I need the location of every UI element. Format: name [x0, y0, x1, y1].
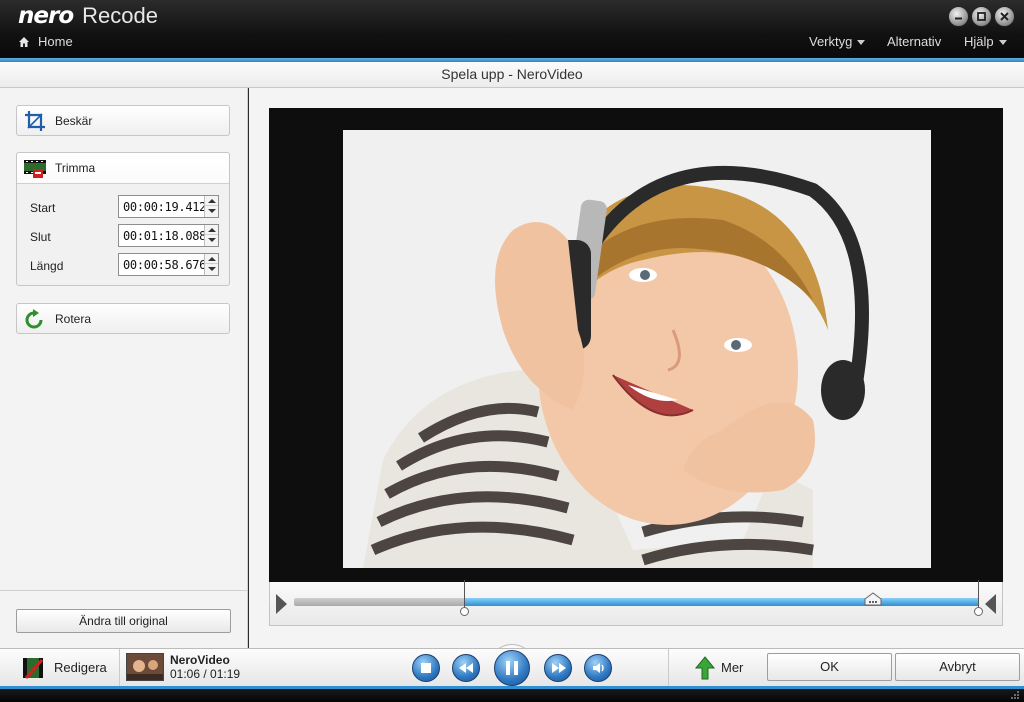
- video-preview[interactable]: [269, 108, 1003, 582]
- stepper-up-icon[interactable]: [205, 196, 218, 206]
- maximize-button[interactable]: [971, 6, 992, 27]
- crop-tool[interactable]: Beskär: [16, 105, 230, 136]
- menu-verktyg-label: Verktyg: [809, 34, 853, 49]
- video-image: [343, 130, 931, 568]
- preview-panel: [249, 88, 1024, 648]
- clip-name: NeroVideo: [170, 652, 230, 667]
- trim-length-label: Längd: [30, 259, 64, 273]
- cancel-button[interactable]: Avbryt: [895, 653, 1020, 681]
- stepper-down-icon[interactable]: [205, 264, 218, 274]
- ok-button[interactable]: OK: [767, 653, 892, 681]
- trim-tool: Trimma Start 00:00:19.412 Slut 00:01:18.…: [16, 152, 230, 286]
- menu-alternativ[interactable]: Alternativ: [887, 34, 941, 49]
- trim-label: Trimma: [55, 161, 96, 175]
- pause-icon: [506, 661, 518, 675]
- brand-nero: nero: [18, 3, 74, 29]
- menu-verktyg[interactable]: Verktyg: [809, 34, 866, 49]
- close-button[interactable]: [994, 6, 1015, 27]
- trim-start-field[interactable]: 00:00:19.412: [118, 195, 219, 218]
- close-icon: [1000, 12, 1009, 21]
- edit-label: Redigera: [54, 660, 107, 675]
- chevron-down-icon: [998, 39, 1007, 45]
- stepper-up-icon[interactable]: [205, 254, 218, 264]
- film-trim-icon: [23, 156, 47, 180]
- rewind-icon: [459, 663, 473, 673]
- home-label: Home: [38, 34, 73, 49]
- trim-end-label: Slut: [30, 230, 51, 244]
- stop-button[interactable]: [412, 654, 440, 682]
- crop-label: Beskär: [55, 114, 93, 128]
- rewind-button[interactable]: [452, 654, 480, 682]
- trim-end-handle[interactable]: [974, 580, 983, 616]
- window-title: Spela upp - NeroVideo: [0, 62, 1024, 88]
- menu-hjalp[interactable]: Hjälp: [964, 34, 1007, 49]
- timeline-track[interactable]: [294, 580, 983, 616]
- tools-panel: Beskär Trimma Start 00:00:19.412 Slut 00…: [0, 88, 248, 648]
- more-label: Mer: [721, 660, 744, 675]
- menu-alternativ-label: Alternativ: [887, 34, 942, 49]
- home-icon: [19, 36, 29, 47]
- trim-start-handle[interactable]: [459, 580, 469, 616]
- stepper-down-icon[interactable]: [205, 235, 218, 245]
- volume-button[interactable]: [584, 654, 612, 682]
- home-link[interactable]: Home: [18, 34, 73, 49]
- minimize-button[interactable]: [948, 6, 969, 27]
- minimize-icon: [955, 17, 962, 20]
- stepper-up-icon[interactable]: [205, 225, 218, 235]
- brand-product: Recode: [82, 3, 158, 28]
- trim-length-value[interactable]: 00:00:58.676: [123, 258, 206, 272]
- bottom-accent-stripe: [0, 686, 1024, 689]
- rotate-label: Rotera: [55, 312, 92, 326]
- title-bar: nero Recode Home Verktyg Alternativ Hjäl…: [0, 0, 1024, 58]
- trim-timeline[interactable]: [269, 580, 1003, 626]
- edit-film-icon: [23, 657, 44, 679]
- trim-fields: Start 00:00:19.412 Slut 00:01:18.088 Län…: [17, 183, 229, 285]
- bottom-stripe: [0, 686, 1024, 702]
- trim-start-value[interactable]: 00:00:19.412: [123, 200, 206, 214]
- trim-button[interactable]: Trimma: [17, 153, 229, 183]
- trim-end-value[interactable]: 00:01:18.088: [123, 229, 206, 243]
- playhead-handle[interactable]: [864, 592, 882, 606]
- trim-length-row: Längd 00:00:58.676: [17, 250, 229, 279]
- bottom-bar: Redigera NeroVideo 01:06 / 01:19 Mer OK …: [0, 648, 1024, 686]
- edit-button[interactable]: Redigera: [0, 649, 120, 686]
- trim-end-field[interactable]: 00:01:18.088: [118, 224, 219, 247]
- clip-thumbnail: [126, 653, 164, 681]
- rotate-icon: [23, 307, 47, 331]
- timeline-selection: [463, 598, 979, 606]
- resize-grip-icon[interactable]: [1010, 690, 1020, 700]
- menu-hjalp-label: Hjälp: [964, 34, 994, 49]
- video-frame: [343, 130, 931, 568]
- app-logo: nero Recode: [18, 3, 158, 31]
- tools-footer: Ändra till original: [0, 590, 247, 648]
- fast-forward-icon: [552, 663, 566, 673]
- trim-start-row: Start 00:00:19.412: [17, 192, 229, 221]
- trim-start-stepper: [204, 196, 218, 217]
- crop-icon: [23, 109, 47, 133]
- timeline-start-arrow-icon[interactable]: [276, 594, 287, 614]
- reset-original-button[interactable]: Ändra till original: [16, 609, 231, 633]
- maximize-icon: [977, 12, 986, 21]
- trim-length-field[interactable]: 00:00:58.676: [118, 253, 219, 276]
- rotate-tool[interactable]: Rotera: [16, 303, 230, 334]
- trim-end-row: Slut 00:01:18.088: [17, 221, 229, 250]
- trim-end-stepper: [204, 225, 218, 246]
- rotate-button[interactable]: Rotera: [17, 304, 229, 334]
- volume-icon: [593, 663, 604, 673]
- playhead-icon: [864, 592, 882, 606]
- crop-button[interactable]: Beskär: [17, 106, 229, 136]
- stop-icon: [421, 663, 431, 673]
- arrow-up-icon: [695, 655, 715, 679]
- current-clip: NeroVideo 01:06 / 01:19: [126, 653, 240, 681]
- trim-start-label: Start: [30, 201, 56, 215]
- chevron-down-icon: [857, 39, 866, 45]
- more-button[interactable]: Mer: [668, 649, 764, 686]
- pause-button[interactable]: [494, 650, 530, 686]
- clip-time: 01:06 / 01:19: [170, 666, 241, 681]
- fast-forward-button[interactable]: [544, 654, 572, 682]
- stepper-down-icon[interactable]: [205, 206, 218, 216]
- timeline-end-arrow-icon[interactable]: [985, 594, 996, 614]
- trim-length-stepper: [204, 254, 218, 275]
